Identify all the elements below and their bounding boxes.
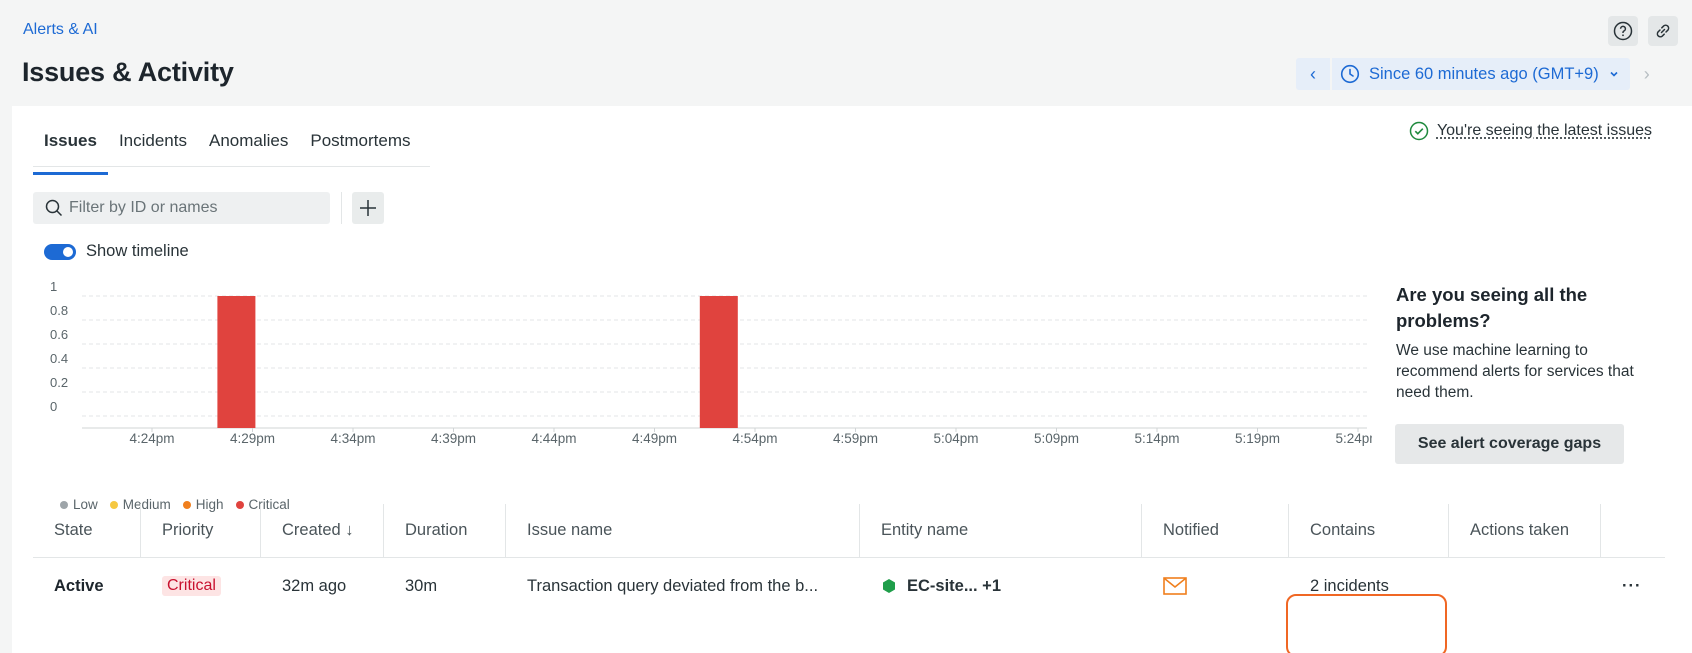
col-notified[interactable]: Notified [1142, 504, 1289, 557]
check-circle-icon [1409, 121, 1429, 141]
y-tick-label: 0.6 [50, 327, 68, 342]
tab-bar: Issues Incidents Anomalies Postmortems [33, 126, 430, 167]
show-timeline-row: Show timeline [44, 242, 189, 261]
col-state[interactable]: State [33, 504, 141, 557]
col-duration[interactable]: Duration [384, 504, 506, 557]
priority-badge: Critical [162, 576, 221, 596]
created-value: 32m ago [282, 577, 346, 596]
search-icon [45, 199, 63, 217]
y-tick-label: 1 [50, 279, 57, 294]
show-timeline-label: Show timeline [86, 242, 189, 261]
x-tick-label: 5:19pm [1235, 431, 1280, 446]
y-tick-label: 0.8 [50, 303, 68, 318]
divider [341, 192, 342, 224]
promo-body: We use machine learning to recommend ale… [1396, 340, 1646, 403]
time-range-label: Since 60 minutes ago (GMT+9) [1369, 65, 1599, 84]
tab-incidents[interactable]: Incidents [108, 126, 198, 166]
issues-panel: Issues Incidents Anomalies Postmortems Y… [12, 106, 1692, 653]
issue-name-link[interactable]: Transaction query deviated from the b... [527, 577, 818, 596]
col-menu [1601, 504, 1665, 557]
row-menu-button[interactable]: ··· [1622, 577, 1641, 596]
x-tick-label: 4:44pm [531, 431, 576, 446]
x-tick-label: 4:39pm [431, 431, 476, 446]
search-field [33, 192, 330, 224]
table-header: State Priority Created ↓ Duration Issue … [33, 504, 1665, 558]
show-timeline-toggle[interactable] [44, 244, 76, 260]
x-tick-label: 5:09pm [1034, 431, 1079, 446]
highlight-box [1286, 594, 1447, 653]
x-tick-label: 5:14pm [1134, 431, 1179, 446]
clock-icon [1340, 64, 1360, 84]
bar-critical [217, 296, 255, 428]
tab-issues[interactable]: Issues [33, 126, 108, 166]
coverage-promo: Are you seeing all the problems? We use … [1396, 282, 1646, 403]
time-prev-button[interactable]: ‹ [1296, 58, 1330, 90]
add-filter-button[interactable] [352, 192, 384, 224]
bar-critical [700, 296, 738, 428]
page-title: Issues & Activity [22, 57, 234, 88]
help-icon[interactable] [1608, 16, 1638, 46]
x-tick-label: 4:49pm [632, 431, 677, 446]
time-next-button[interactable]: › [1630, 58, 1664, 90]
duration-value: 30m [405, 577, 437, 596]
x-tick-label: 4:29pm [230, 431, 275, 446]
y-tick-label: 0 [50, 399, 57, 414]
x-tick-label: 4:34pm [330, 431, 375, 446]
timeline-chart: 1 0.8 0.6 0.4 0.2 0 4:24pm 4:29pm 4:34pm 4:39pm 4:… [42, 276, 1372, 491]
contains-value[interactable]: 2 incidents [1310, 577, 1389, 596]
link-icon[interactable] [1648, 16, 1678, 46]
x-tick-label: 4:59pm [833, 431, 878, 446]
time-picker: ‹ Since 60 minutes ago (GMT+9) › [1296, 58, 1664, 90]
col-priority[interactable]: Priority [141, 504, 261, 557]
hexagon-icon [881, 578, 897, 594]
latest-status[interactable]: You're seeing the latest issues [1409, 121, 1652, 141]
col-contains[interactable]: Contains [1289, 504, 1449, 557]
promo-title: Are you seeing all the problems? [1396, 282, 1646, 334]
breadcrumb[interactable]: Alerts & AI [23, 21, 98, 39]
y-tick-label: 0.4 [50, 351, 68, 366]
time-range-dropdown[interactable]: Since 60 minutes ago (GMT+9) [1332, 58, 1630, 90]
see-coverage-gaps-button[interactable]: See alert coverage gaps [1395, 424, 1624, 464]
x-tick-label: 4:24pm [129, 431, 174, 446]
col-actions-taken[interactable]: Actions taken [1449, 504, 1601, 557]
top-actions [1608, 16, 1678, 46]
x-tick-label: 5:24pm [1335, 431, 1372, 446]
envelope-icon[interactable] [1163, 577, 1187, 595]
tab-anomalies[interactable]: Anomalies [198, 126, 299, 166]
entity-name[interactable]: EC-site... +1 [881, 577, 1001, 596]
y-tick-label: 0.2 [50, 375, 68, 390]
col-issue-name[interactable]: Issue name [506, 504, 860, 557]
plus-icon [358, 198, 378, 218]
col-created[interactable]: Created ↓ [261, 504, 384, 557]
x-tick-label: 5:04pm [933, 431, 978, 446]
state-value: Active [54, 577, 104, 596]
chevron-down-icon [1608, 68, 1620, 80]
col-entity-name[interactable]: Entity name [860, 504, 1142, 557]
search-input[interactable] [69, 199, 309, 217]
entity-name-text: EC-site... +1 [907, 577, 1001, 596]
tab-postmortems[interactable]: Postmortems [299, 126, 421, 166]
x-tick-label: 4:54pm [732, 431, 777, 446]
latest-status-text: You're seeing the latest issues [1437, 122, 1652, 140]
